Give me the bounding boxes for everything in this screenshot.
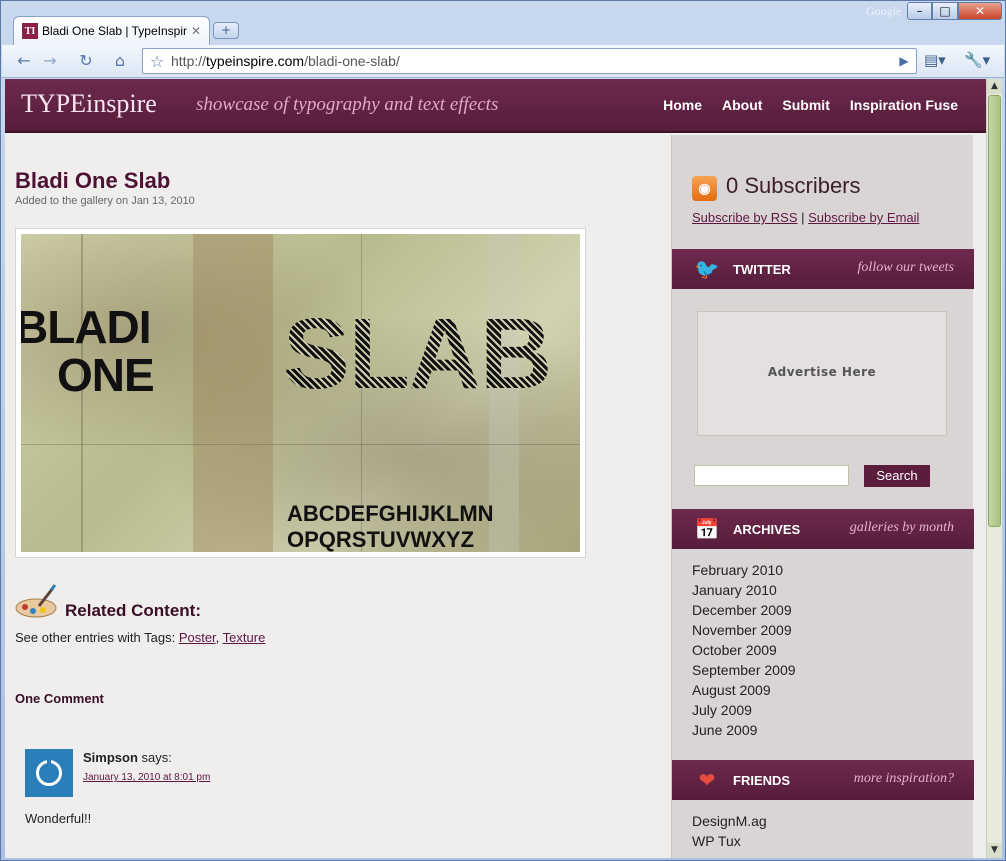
rss-icon[interactable]: ◉ <box>692 176 717 201</box>
advertise-box[interactable]: Advertise Here <box>697 311 947 436</box>
post-title: Bladi One Slab <box>15 168 171 193</box>
nav-inspiration-fuse[interactable]: Inspiration Fuse <box>850 97 958 113</box>
site-logo[interactable]: TYPEinspire <box>21 89 157 119</box>
nav-about[interactable]: About <box>722 97 762 113</box>
twitter-bird-icon: 🐦 <box>694 257 720 281</box>
subscriber-count: 0 Subscribers <box>726 173 861 198</box>
featured-image-frame: BLADI ONE SLAB ABCDEFGHIJKLMN OPQRSTUVWX… <box>15 228 586 558</box>
archive-item[interactable]: November 2009 <box>692 620 796 640</box>
nav-submit[interactable]: Submit <box>782 97 829 113</box>
tab-title: Bladi One Slab | TypeInspire <box>42 24 187 38</box>
commenter-avatar <box>25 749 73 797</box>
tags-prefix: See other entries with Tags: <box>15 630 176 645</box>
friend-link[interactable]: DesignM.ag <box>692 811 767 831</box>
archive-item[interactable]: January 2010 <box>692 580 796 600</box>
go-arrow-icon[interactable]: ▶ <box>892 54 916 68</box>
minimize-button[interactable]: – <box>907 2 932 20</box>
new-tab-button[interactable]: + <box>213 22 239 39</box>
bookmark-star-icon[interactable]: ☆ <box>143 52 171 71</box>
nav-home[interactable]: Home <box>663 97 702 113</box>
home-icon[interactable]: ⌂ <box>108 49 132 73</box>
vertical-scrollbar[interactable]: ▲ ▼ <box>986 79 1002 858</box>
url-host: typeinspire.com <box>206 53 305 69</box>
comment-date-link[interactable]: January 13, 2010 at 8:01 pm <box>83 772 210 783</box>
poster-alphabet-line-1: ABCDEFGHIJKLMN <box>287 501 494 526</box>
url-path: /bladi-one-slab/ <box>304 53 400 69</box>
font-poster-image[interactable]: BLADI ONE SLAB ABCDEFGHIJKLMN OPQRSTUVWX… <box>21 234 580 552</box>
browser-toolbar: ← → ↻ ⌂ ☆ http://typeinspire.com/bladi-o… <box>2 45 1004 78</box>
poster-word-one: ONE <box>57 349 155 401</box>
wrench-icon[interactable]: 🔧▾ <box>964 51 990 69</box>
archive-item[interactable]: July 2009 <box>692 700 796 720</box>
browser-window: TI Bladi One Slab | TypeInspire ✕ + Goog… <box>0 0 1006 861</box>
friends-list: DesignM.ag WP Tux <box>692 811 767 851</box>
twitter-follow-link[interactable]: follow our tweets <box>858 260 954 276</box>
scroll-up-arrow-icon[interactable]: ▲ <box>987 79 1002 94</box>
search-input[interactable] <box>694 465 849 486</box>
archives-subtitle: galleries by month <box>849 520 954 535</box>
site-tagline: showcase of typography and text effects <box>196 94 499 115</box>
calendar-icon: 📅 <box>694 517 720 541</box>
main-nav: Home About Submit Inspiration Fuse <box>663 97 958 113</box>
subscribe-email-link[interactable]: Subscribe by Email <box>808 210 919 225</box>
comments-heading: One Comment <box>15 691 104 706</box>
subscribe-links: Subscribe by RSS | Subscribe by Email <box>692 210 919 225</box>
palette-icon <box>15 584 57 618</box>
poster-texture <box>193 234 273 552</box>
post-date: Added to the gallery on Jan 13, 2010 <box>15 195 195 207</box>
friends-subtitle: more inspiration? <box>853 771 954 786</box>
twitter-title: TWITTER <box>733 262 791 277</box>
archives-title: ARCHIVES <box>733 522 801 537</box>
search-button[interactable]: Search <box>864 465 930 487</box>
tag-link-texture[interactable]: Texture <box>223 630 266 645</box>
site-header: TYPEinspire showcase of typography and t… <box>5 79 986 133</box>
poster-alphabet-line-2: OPQRSTUVWXYZ <box>287 527 475 552</box>
heart-icon: ❤ <box>698 768 716 792</box>
tags-line: See other entries with Tags: Poster, Tex… <box>15 630 266 645</box>
friends-section-header: ❤ FRIENDS more inspiration? <box>672 760 974 800</box>
back-arrow-icon[interactable]: ← <box>12 49 36 73</box>
close-window-button[interactable]: ✕ <box>958 2 1002 20</box>
tag-link-poster[interactable]: Poster <box>179 630 216 645</box>
comment-says: says: <box>141 750 172 765</box>
page-menu-icon[interactable]: ▤▾ <box>924 51 946 69</box>
reload-icon[interactable]: ↻ <box>74 49 98 73</box>
friends-title: FRIENDS <box>733 773 791 788</box>
google-label: Google <box>866 4 902 18</box>
archive-item[interactable]: October 2009 <box>692 640 796 660</box>
poster-word-bladi: BLADI <box>21 301 152 353</box>
twitter-section-header: 🐦 TWITTER follow our tweets <box>672 249 974 289</box>
address-bar[interactable]: ☆ http://typeinspire.com/bladi-one-slab/… <box>142 48 917 74</box>
scroll-thumb[interactable] <box>988 95 1001 527</box>
poster-word-slab: SLAB <box>283 298 552 410</box>
site-favicon-icon: TI <box>22 23 38 39</box>
comment-author: Simpson <box>83 750 138 765</box>
url-prefix: http:// <box>171 53 207 69</box>
maximize-button[interactable]: □ <box>932 2 958 20</box>
subscribe-separator: | <box>801 210 805 225</box>
comment-text: Wonderful!! <box>25 811 92 826</box>
title-bar: TI Bladi One Slab | TypeInspire ✕ + Goog… <box>1 1 1005 45</box>
related-content-heading: Related Content: <box>65 601 201 620</box>
page-viewport: TYPEinspire showcase of typography and t… <box>5 79 986 858</box>
sidebar: ◉ 0 Subscribers Subscribe by RSS | Subsc… <box>671 135 974 858</box>
friend-link[interactable]: WP Tux <box>692 831 767 851</box>
scroll-down-arrow-icon[interactable]: ▼ <box>987 843 1002 858</box>
url-text[interactable]: http://typeinspire.com/bladi-one-slab/ <box>171 53 892 69</box>
archive-item[interactable]: August 2009 <box>692 680 796 700</box>
archive-item[interactable]: December 2009 <box>692 600 796 620</box>
tab-close-icon[interactable]: ✕ <box>191 24 201 38</box>
subscribe-rss-link[interactable]: Subscribe by RSS <box>692 210 798 225</box>
archive-item[interactable]: June 2009 <box>692 720 796 740</box>
browser-tab[interactable]: TI Bladi One Slab | TypeInspire ✕ <box>13 16 210 45</box>
poster-crack <box>21 444 580 445</box>
archive-item[interactable]: February 2010 <box>692 560 796 580</box>
comment-author-line: Simpson says: <box>83 750 172 765</box>
archive-list: February 2010 January 2010 December 2009… <box>692 560 796 740</box>
forward-arrow-icon[interactable]: → <box>38 49 62 73</box>
archives-section-header: 📅 ARCHIVES galleries by month <box>672 509 974 549</box>
archive-item[interactable]: September 2009 <box>692 660 796 680</box>
